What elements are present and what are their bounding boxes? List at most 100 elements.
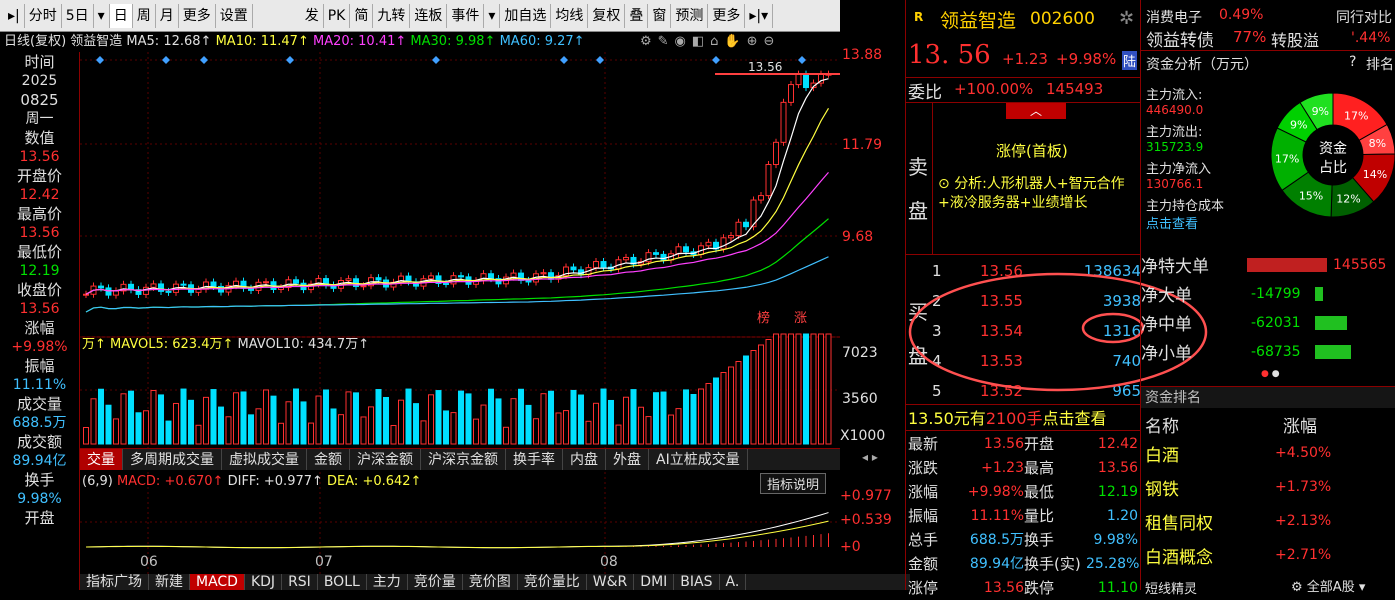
toolbar-forecast[interactable]: 预测 <box>671 3 709 28</box>
quote-label: 换手 <box>1024 531 1055 549</box>
vol-tab[interactable]: 沪深金额 <box>350 449 421 470</box>
event-marker[interactable] <box>432 56 440 64</box>
help-icon[interactable]: ? <box>1349 54 1356 70</box>
event-marker[interactable] <box>162 56 170 64</box>
indicator-tab[interactable]: 主力 <box>367 574 408 590</box>
info-value: 13.56 <box>19 149 60 165</box>
vol-tab[interactable]: AI立桩成交量 <box>649 449 748 470</box>
toolbar-more[interactable]: 更多 <box>708 3 746 28</box>
toolbar-weekly[interactable]: 周 <box>133 3 156 28</box>
quote-value: 11.11% <box>970 508 1024 524</box>
volume-bar <box>825 333 832 445</box>
ranking-row[interactable]: 白酒 +4.50% <box>1141 436 1395 470</box>
toolbar-adjust[interactable]: 复权 <box>588 3 626 28</box>
toolbar-monthly[interactable]: 月 <box>156 3 179 28</box>
chart-tool-icons[interactable]: ⚙✎◉◧⌂✋⊕⊖ <box>640 32 780 52</box>
tab-scroll-arrows[interactable]: ◂ ▸ <box>862 450 908 468</box>
candle-body <box>263 281 269 284</box>
expand-icon[interactable]: ▸|▾ <box>745 3 774 28</box>
indicator-tab[interactable]: DMI <box>634 574 675 590</box>
vol-tab[interactable]: 多周期成交量 <box>123 449 222 470</box>
toolbar-ma[interactable]: 均线 <box>551 3 589 28</box>
indicator-tab[interactable]: KDJ <box>245 574 283 590</box>
candle-body <box>728 235 734 239</box>
kline-chart[interactable]: 13.56 榜 涨 06 07 08 <box>80 52 840 574</box>
indicator-tab[interactable]: BIAS <box>674 574 720 590</box>
gear-icon[interactable]: ✲ <box>1119 8 1134 29</box>
rank-link[interactable]: 排名 <box>1366 54 1394 74</box>
volume-bar <box>593 402 599 445</box>
analysis-text[interactable]: ⊙ 分析:人形机器人+智元合作+液冷服务器+业绩增长 <box>938 175 1138 213</box>
indicator-tab[interactable]: 指标广场 <box>80 574 149 590</box>
indicator-tab[interactable]: 新建 <box>149 574 190 590</box>
toolbar-intraday[interactable]: 分时 <box>25 3 62 28</box>
toolbar-window[interactable]: 窗 <box>648 3 672 28</box>
event-marker[interactable] <box>286 56 294 64</box>
vol-tab[interactable]: 交量 <box>80 449 123 470</box>
toolbar-overlay[interactable]: 叠 <box>625 3 649 28</box>
volume-bar <box>473 418 479 445</box>
short-line-spirit[interactable]: 短线精灵 <box>1145 578 1197 597</box>
ranking-row[interactable]: 钢铁 +1.73% <box>1141 470 1395 504</box>
order-bar <box>1315 344 1351 359</box>
info-label: 开盘价 <box>16 167 62 185</box>
indicator-tab[interactable]: A. <box>720 574 747 590</box>
candle-body <box>705 241 712 247</box>
vol-tab[interactable]: 金额 <box>307 449 350 470</box>
indicator-help-button[interactable]: 指标说明 <box>760 473 827 494</box>
ranking-row[interactable]: 租售同权 +2.13% <box>1141 504 1395 538</box>
event-marker[interactable] <box>596 56 604 64</box>
toolbar-events[interactable]: 事件 <box>447 3 485 28</box>
collapse-up-icon[interactable]: ︿ <box>1006 103 1066 119</box>
toolbar-fa[interactable]: 发 <box>301 3 324 28</box>
indicator-tab[interactable]: RSI <box>282 574 318 590</box>
event-marker[interactable] <box>712 56 720 64</box>
vol-tab[interactable]: 换手率 <box>506 449 563 470</box>
volume-bar <box>285 401 292 445</box>
volume-bar <box>510 398 517 445</box>
pin-icon[interactable]: ▸| <box>4 3 25 28</box>
toolbar-5day[interactable]: 5日 <box>62 3 94 28</box>
grid-lines <box>80 52 840 574</box>
sector-name[interactable]: 消费电子 <box>1146 7 1202 27</box>
event-marker[interactable] <box>798 56 806 64</box>
page-dots[interactable]: ● ● <box>1261 369 1280 379</box>
indicator-tab[interactable]: 竞价图 <box>463 574 518 590</box>
toolbar-add-watch[interactable]: 加自选 <box>500 3 552 28</box>
indicator-tab[interactable]: BOLL <box>318 574 367 590</box>
peer-compare-link[interactable]: 同行对比 <box>1336 7 1392 27</box>
vol-tab[interactable]: 虚拟成交量 <box>222 449 307 470</box>
candle-body <box>98 285 104 289</box>
events-dropdown-icon[interactable]: ▾ <box>484 3 501 28</box>
indicator-tab[interactable]: 竞价量比 <box>518 574 587 590</box>
indicator-tab[interactable]: MACD <box>190 574 245 590</box>
event-marker[interactable] <box>96 56 104 64</box>
toolbar-settings[interactable]: 设置 <box>216 3 253 28</box>
ranking-row[interactable]: 白酒概念 +2.71% <box>1141 538 1395 572</box>
toolbar-divider <box>257 6 297 26</box>
indicator-tab[interactable]: W&R <box>587 574 635 590</box>
dropdown-icon[interactable]: ▾ <box>94 3 110 28</box>
quote-label: 最高 <box>1024 459 1055 477</box>
vol-tab[interactable]: 内盘 <box>563 449 606 470</box>
toolbar-pk[interactable]: PK <box>324 3 351 28</box>
order-notice[interactable]: 13.50元有2100手点击查看 <box>908 405 1107 429</box>
all-a-shares-select[interactable]: ⚙ 全部A股 ▾ <box>1291 576 1365 595</box>
ranking-change: +1.73% <box>1275 479 1332 495</box>
cost-link[interactable]: 点击查看 <box>1146 213 1198 232</box>
indicator-tab[interactable]: 竞价量 <box>408 574 463 590</box>
event-marker[interactable] <box>200 56 208 64</box>
toolbar-lianban[interactable]: 连板 <box>410 3 448 28</box>
event-marker[interactable] <box>560 56 568 64</box>
vol-tab[interactable]: 沪深京金额 <box>421 449 506 470</box>
volume-bar <box>210 389 217 445</box>
bond-name[interactable]: 领益转债 <box>1146 26 1214 51</box>
toolbar-daily[interactable]: 日 <box>109 3 133 28</box>
toolbar-more-period[interactable]: 更多 <box>179 3 216 28</box>
toolbar-jiuzhuan[interactable]: 九转 <box>373 3 411 28</box>
candle-body <box>623 256 629 261</box>
quote-value: 12.19 <box>1097 484 1138 500</box>
outflow-value: 315723.9 <box>1146 140 1204 154</box>
vol-tab[interactable]: 外盘 <box>606 449 649 470</box>
toolbar-jian[interactable]: 简 <box>350 3 374 28</box>
